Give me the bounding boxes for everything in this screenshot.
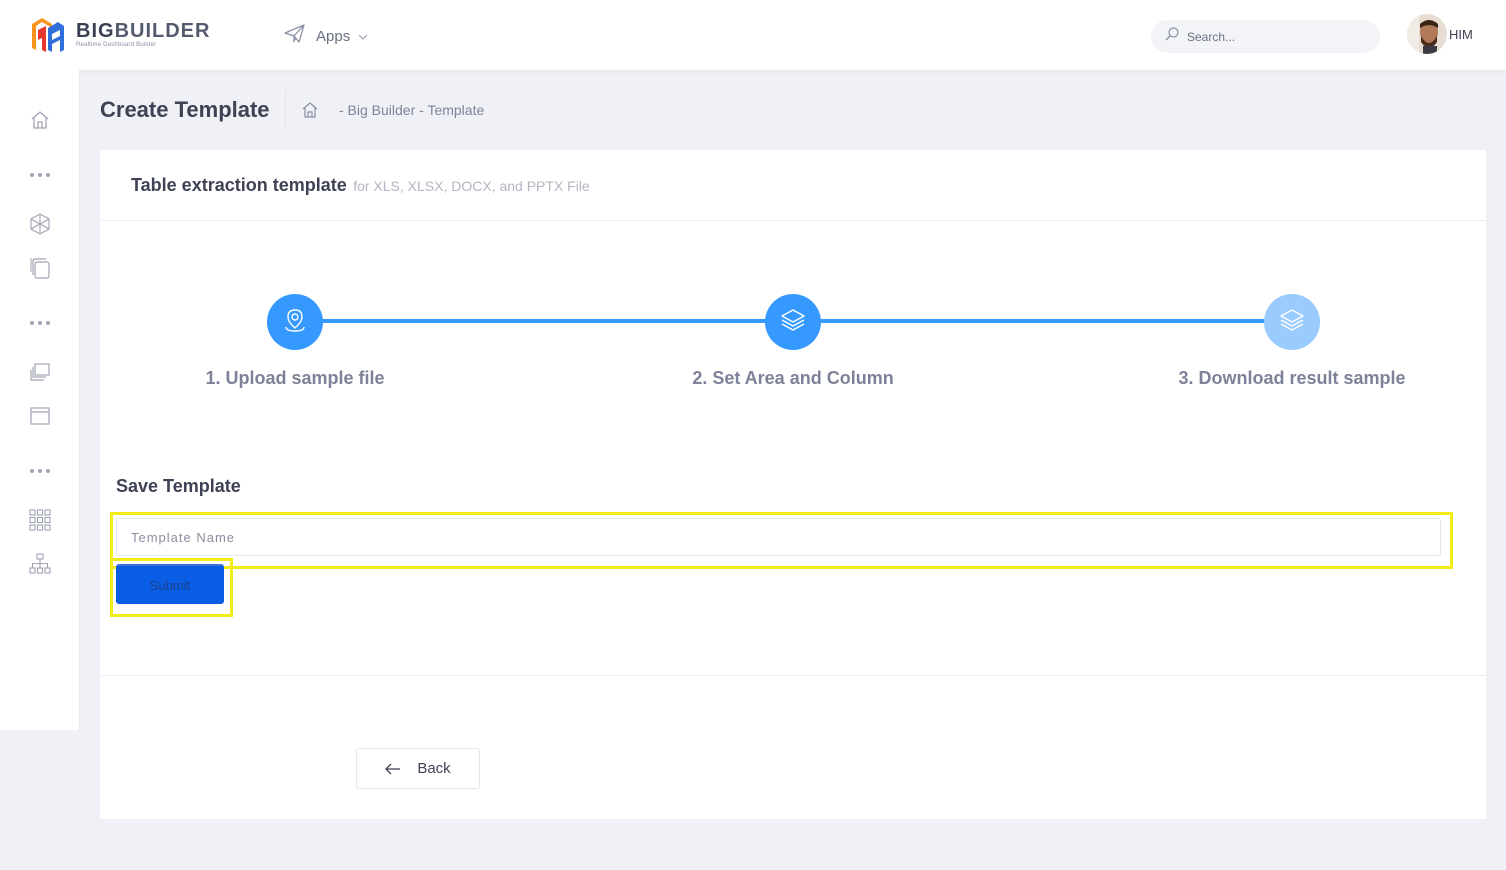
step-1-label: 1. Upload sample file (205, 368, 385, 388)
sidebar-item-stack[interactable] (28, 362, 52, 386)
card-divider (100, 675, 1486, 676)
chevron-down-icon (358, 28, 368, 45)
search-input[interactable] (1187, 29, 1367, 44)
input-highlight-box (110, 512, 1453, 569)
sidebar-item-builder[interactable] (28, 212, 52, 240)
page-title: Create Template (100, 97, 270, 122)
subheader-divider (285, 90, 286, 128)
hexagon-icon (29, 212, 51, 240)
step-3-circle[interactable] (1264, 294, 1320, 350)
sidebar-item-home[interactable] (28, 110, 52, 134)
layers-icon (1279, 307, 1305, 338)
sidebar-section-dots-icon (30, 172, 50, 178)
arrow-left-icon (385, 763, 401, 775)
save-template-title: Save Template (116, 476, 241, 496)
sidebar-item-sitemap[interactable] (28, 552, 52, 580)
top-header: BIGBUILDER Realtime Dashboard Builder Ap… (0, 0, 1506, 70)
sidebar (0, 70, 80, 730)
map-pin-icon (282, 307, 308, 338)
sidebar-item-window[interactable] (28, 406, 52, 430)
search-box (1151, 20, 1380, 53)
sidebar-item-grid[interactable] (28, 508, 52, 536)
back-label: Back (417, 760, 451, 777)
step-1-circle[interactable] (267, 294, 323, 350)
home-icon (30, 110, 50, 135)
window-icon (29, 406, 51, 431)
card-subtitle: for XLS, XLSX, DOCX, and PPTX File (353, 178, 590, 194)
sitemap-icon (29, 552, 51, 580)
sidebar-section-dots-icon (30, 468, 50, 474)
user-menu[interactable]: HIM (1407, 14, 1473, 54)
step-3-label: 3. Download result sample (1178, 368, 1406, 388)
files-icon (29, 257, 51, 284)
layers-icon (780, 307, 806, 338)
grid-icon (29, 508, 51, 536)
brand-name-part2: BUILDER (114, 19, 211, 42)
card-title: Table extraction template (131, 175, 347, 195)
brand-logo[interactable]: BIGBUILDER Realtime Dashboard Builder (28, 14, 210, 54)
brand-name-part1: BIG (76, 19, 115, 42)
apps-menu[interactable]: Apps (284, 24, 368, 48)
button-highlight-box (110, 558, 233, 617)
sidebar-item-files[interactable] (28, 257, 52, 284)
search-icon (1165, 27, 1179, 46)
step-2-circle[interactable] (765, 294, 821, 350)
layers-stack-icon (29, 362, 51, 387)
logo-mark-icon (28, 14, 66, 54)
breadcrumb-home-icon[interactable] (301, 101, 319, 119)
apps-label: Apps (316, 27, 351, 45)
template-card: Table extraction template for XLS, XLSX,… (100, 150, 1486, 819)
back-button[interactable]: Back (356, 748, 480, 789)
brand-tagline: Realtime Dashboard Builder (76, 41, 157, 48)
step-2-label: 2. Set Area and Column (692, 368, 894, 388)
breadcrumb[interactable]: - Big Builder - Template (339, 102, 484, 118)
card-header: Table extraction template for XLS, XLSX,… (100, 150, 1486, 221)
user-name: HIM (1449, 26, 1473, 42)
sidebar-section-dots-icon (30, 320, 50, 326)
paper-plane-icon (284, 24, 306, 48)
avatar (1407, 14, 1447, 54)
